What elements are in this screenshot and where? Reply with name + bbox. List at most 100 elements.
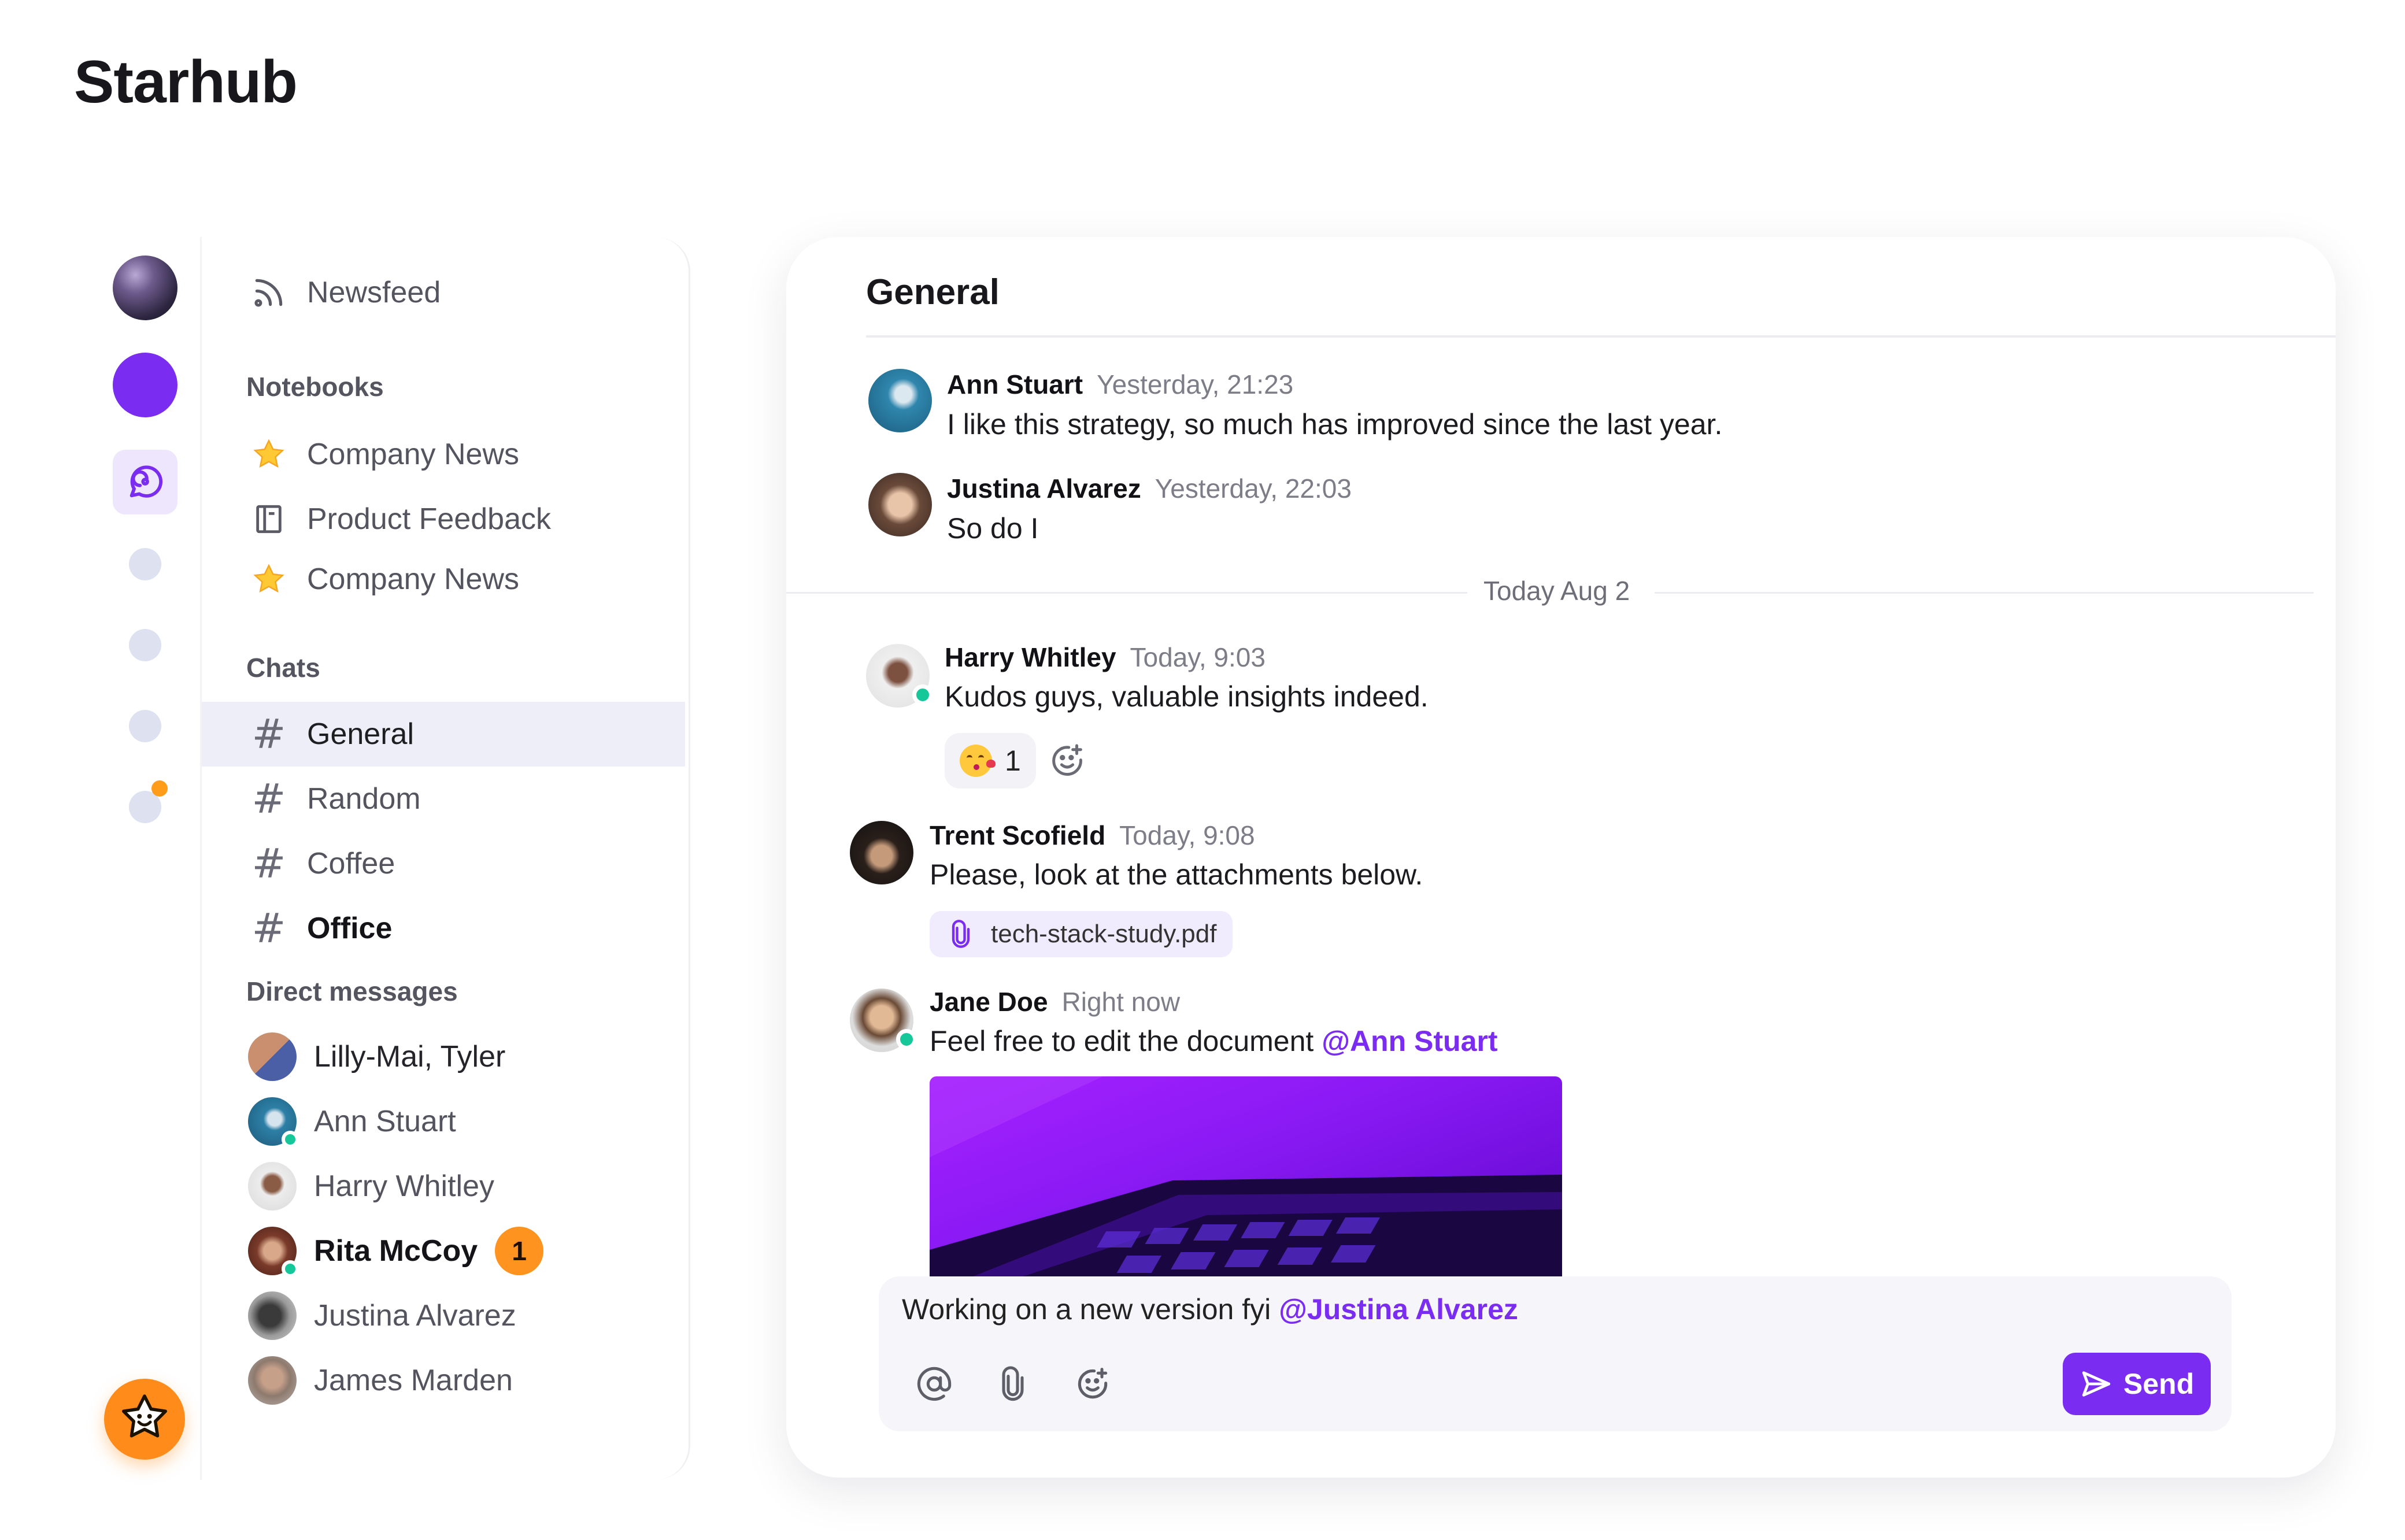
sidebar-item-label: Random [307, 782, 421, 816]
reaction-chip[interactable]: 1 [945, 733, 1036, 788]
message-time: Yesterday, 21:23 [1097, 369, 1294, 399]
avatar [248, 1032, 297, 1081]
message-body: Feel free to edit the document [930, 1025, 1322, 1057]
workspace-dot[interactable] [129, 629, 161, 661]
attachment-name: tech-stack-study.pdf [991, 920, 1217, 948]
paperclip-icon [952, 920, 970, 948]
title-divider [866, 335, 2336, 338]
online-indicator [896, 1029, 917, 1050]
notebook-icon [248, 498, 290, 540]
message-author[interactable]: Trent Scofield [930, 820, 1105, 850]
day-divider-label: Today Aug 2 [1483, 576, 1630, 606]
dm-item[interactable]: Rita McCoy 1 [202, 1219, 685, 1283]
send-label: Send [2123, 1368, 2195, 1400]
sidebar-item-general[interactable]: # General [202, 702, 685, 767]
sidebar-item-notebook[interactable]: Company News [202, 422, 685, 487]
sidebar-item-newsfeed[interactable]: Newsfeed [202, 260, 685, 325]
message-author[interactable]: Jane Doe [930, 987, 1048, 1017]
dm-label: James Marden [314, 1364, 513, 1397]
avatar[interactable] [868, 369, 932, 432]
online-indicator [282, 1260, 299, 1278]
dm-label: Harry Whitley [314, 1169, 495, 1203]
avatar[interactable] [868, 473, 932, 536]
image-attachment[interactable] [930, 1076, 1562, 1284]
composer-input[interactable]: Working on a new version fyi @Justina Al… [902, 1293, 1518, 1326]
day-divider-line [1655, 592, 2314, 594]
file-attachment[interactable]: tech-stack-study.pdf [930, 911, 1233, 957]
paperclip-icon [1002, 1366, 1024, 1401]
workspace-dot[interactable] [129, 548, 161, 580]
dm-item[interactable]: Harry Whitley [202, 1154, 685, 1219]
sidebar-item-notebook[interactable]: Product Feedback [202, 487, 685, 551]
add-reaction-button[interactable] [1045, 739, 1089, 783]
hash-icon: # [251, 905, 286, 952]
dm-item[interactable]: Justina Alvarez [202, 1283, 685, 1348]
day-divider-line [786, 592, 1467, 594]
composer-text: Working on a new version fyi [902, 1293, 1279, 1326]
message-header: Ann Stuart Yesterday, 21:23 [947, 369, 1293, 400]
dm-item[interactable]: Ann Stuart [202, 1089, 685, 1154]
at-sign-icon [917, 1367, 952, 1401]
reaction-count: 1 [1005, 745, 1021, 777]
chat-rail-button[interactable] [113, 450, 177, 514]
avatar[interactable] [850, 989, 917, 1052]
message-author[interactable]: Ann Stuart [947, 369, 1083, 399]
send-button[interactable]: Send [2063, 1353, 2211, 1415]
workspace-purple[interactable] [113, 353, 177, 417]
avatar[interactable] [866, 644, 933, 708]
avatar [248, 1097, 299, 1148]
message-text: So do I [947, 512, 1039, 545]
message-text: I like this strategy, so much has improv… [947, 408, 1723, 440]
unread-badge: 1 [495, 1227, 544, 1275]
workspace-avatar[interactable] [113, 256, 177, 320]
message-author[interactable]: Harry Whitley [945, 642, 1116, 672]
sidebar-item-label: Company News [307, 438, 520, 471]
message-header: Trent Scofield Today, 9:08 [930, 820, 1255, 851]
emoji-button[interactable] [1070, 1361, 1116, 1407]
dm-label: Justina Alvarez [314, 1299, 516, 1332]
message-text: Kudos guys, valuable insights indeed. [945, 680, 1429, 713]
sidebar-item-label: Newsfeed [307, 276, 441, 309]
dm-item[interactable]: Lilly-Mai, Tyler [202, 1024, 685, 1089]
message-header: Justina Alvarez Yesterday, 22:03 [947, 473, 1352, 504]
message-composer[interactable]: Working on a new version fyi @Justina Al… [879, 1276, 2232, 1431]
message-time: Today, 9:03 [1130, 642, 1266, 672]
rss-icon [248, 272, 290, 313]
online-indicator [282, 1131, 299, 1148]
attach-button[interactable] [990, 1361, 1036, 1407]
assistant-button[interactable] [104, 1379, 185, 1460]
mention-link[interactable]: @Ann Stuart [1322, 1025, 1497, 1057]
sidebar-item-coffee[interactable]: # Coffee [202, 831, 685, 896]
sidebar: Newsfeed Notebooks Company News Product … [200, 237, 690, 1480]
sidebar-item-label: Coffee [307, 847, 395, 880]
notification-dot [151, 780, 168, 797]
dm-label: Lilly-Mai, Tyler [314, 1040, 506, 1073]
notebooks-heading: Notebooks [246, 372, 384, 402]
sidebar-item-notebook[interactable]: Company News [202, 547, 685, 612]
avatar[interactable] [850, 821, 913, 884]
sidebar-item-label: Company News [307, 562, 520, 596]
sidebar-item-office[interactable]: # Office [202, 896, 685, 961]
dm-item[interactable]: James Marden [202, 1348, 685, 1413]
message-time: Today, 9:08 [1119, 820, 1255, 850]
laptop-keyboard-image [930, 1076, 1562, 1284]
mention-button[interactable] [911, 1361, 957, 1407]
kiss-emoji-icon [960, 745, 996, 777]
add-emoji-icon [1078, 1368, 1108, 1399]
hash-icon: # [251, 710, 286, 758]
add-emoji-icon [1052, 744, 1082, 776]
sidebar-item-random[interactable]: # Random [202, 767, 685, 831]
star-icon [248, 434, 290, 475]
avatar [248, 1227, 299, 1278]
message-header: Harry Whitley Today, 9:03 [945, 642, 1266, 673]
avatar [248, 1162, 297, 1210]
dm-label: Ann Stuart [314, 1105, 456, 1138]
message-header: Jane Doe Right now [930, 986, 1180, 1017]
composer-mention[interactable]: @Justina Alvarez [1279, 1293, 1518, 1326]
sidebar-item-label: General [307, 717, 414, 751]
workspace-dot[interactable] [129, 710, 161, 742]
message-author[interactable]: Justina Alvarez [947, 473, 1141, 504]
direct-messages-heading: Direct messages [246, 976, 458, 1006]
chat-icon [130, 465, 163, 498]
message-text: Please, look at the attachments below. [930, 858, 1423, 891]
